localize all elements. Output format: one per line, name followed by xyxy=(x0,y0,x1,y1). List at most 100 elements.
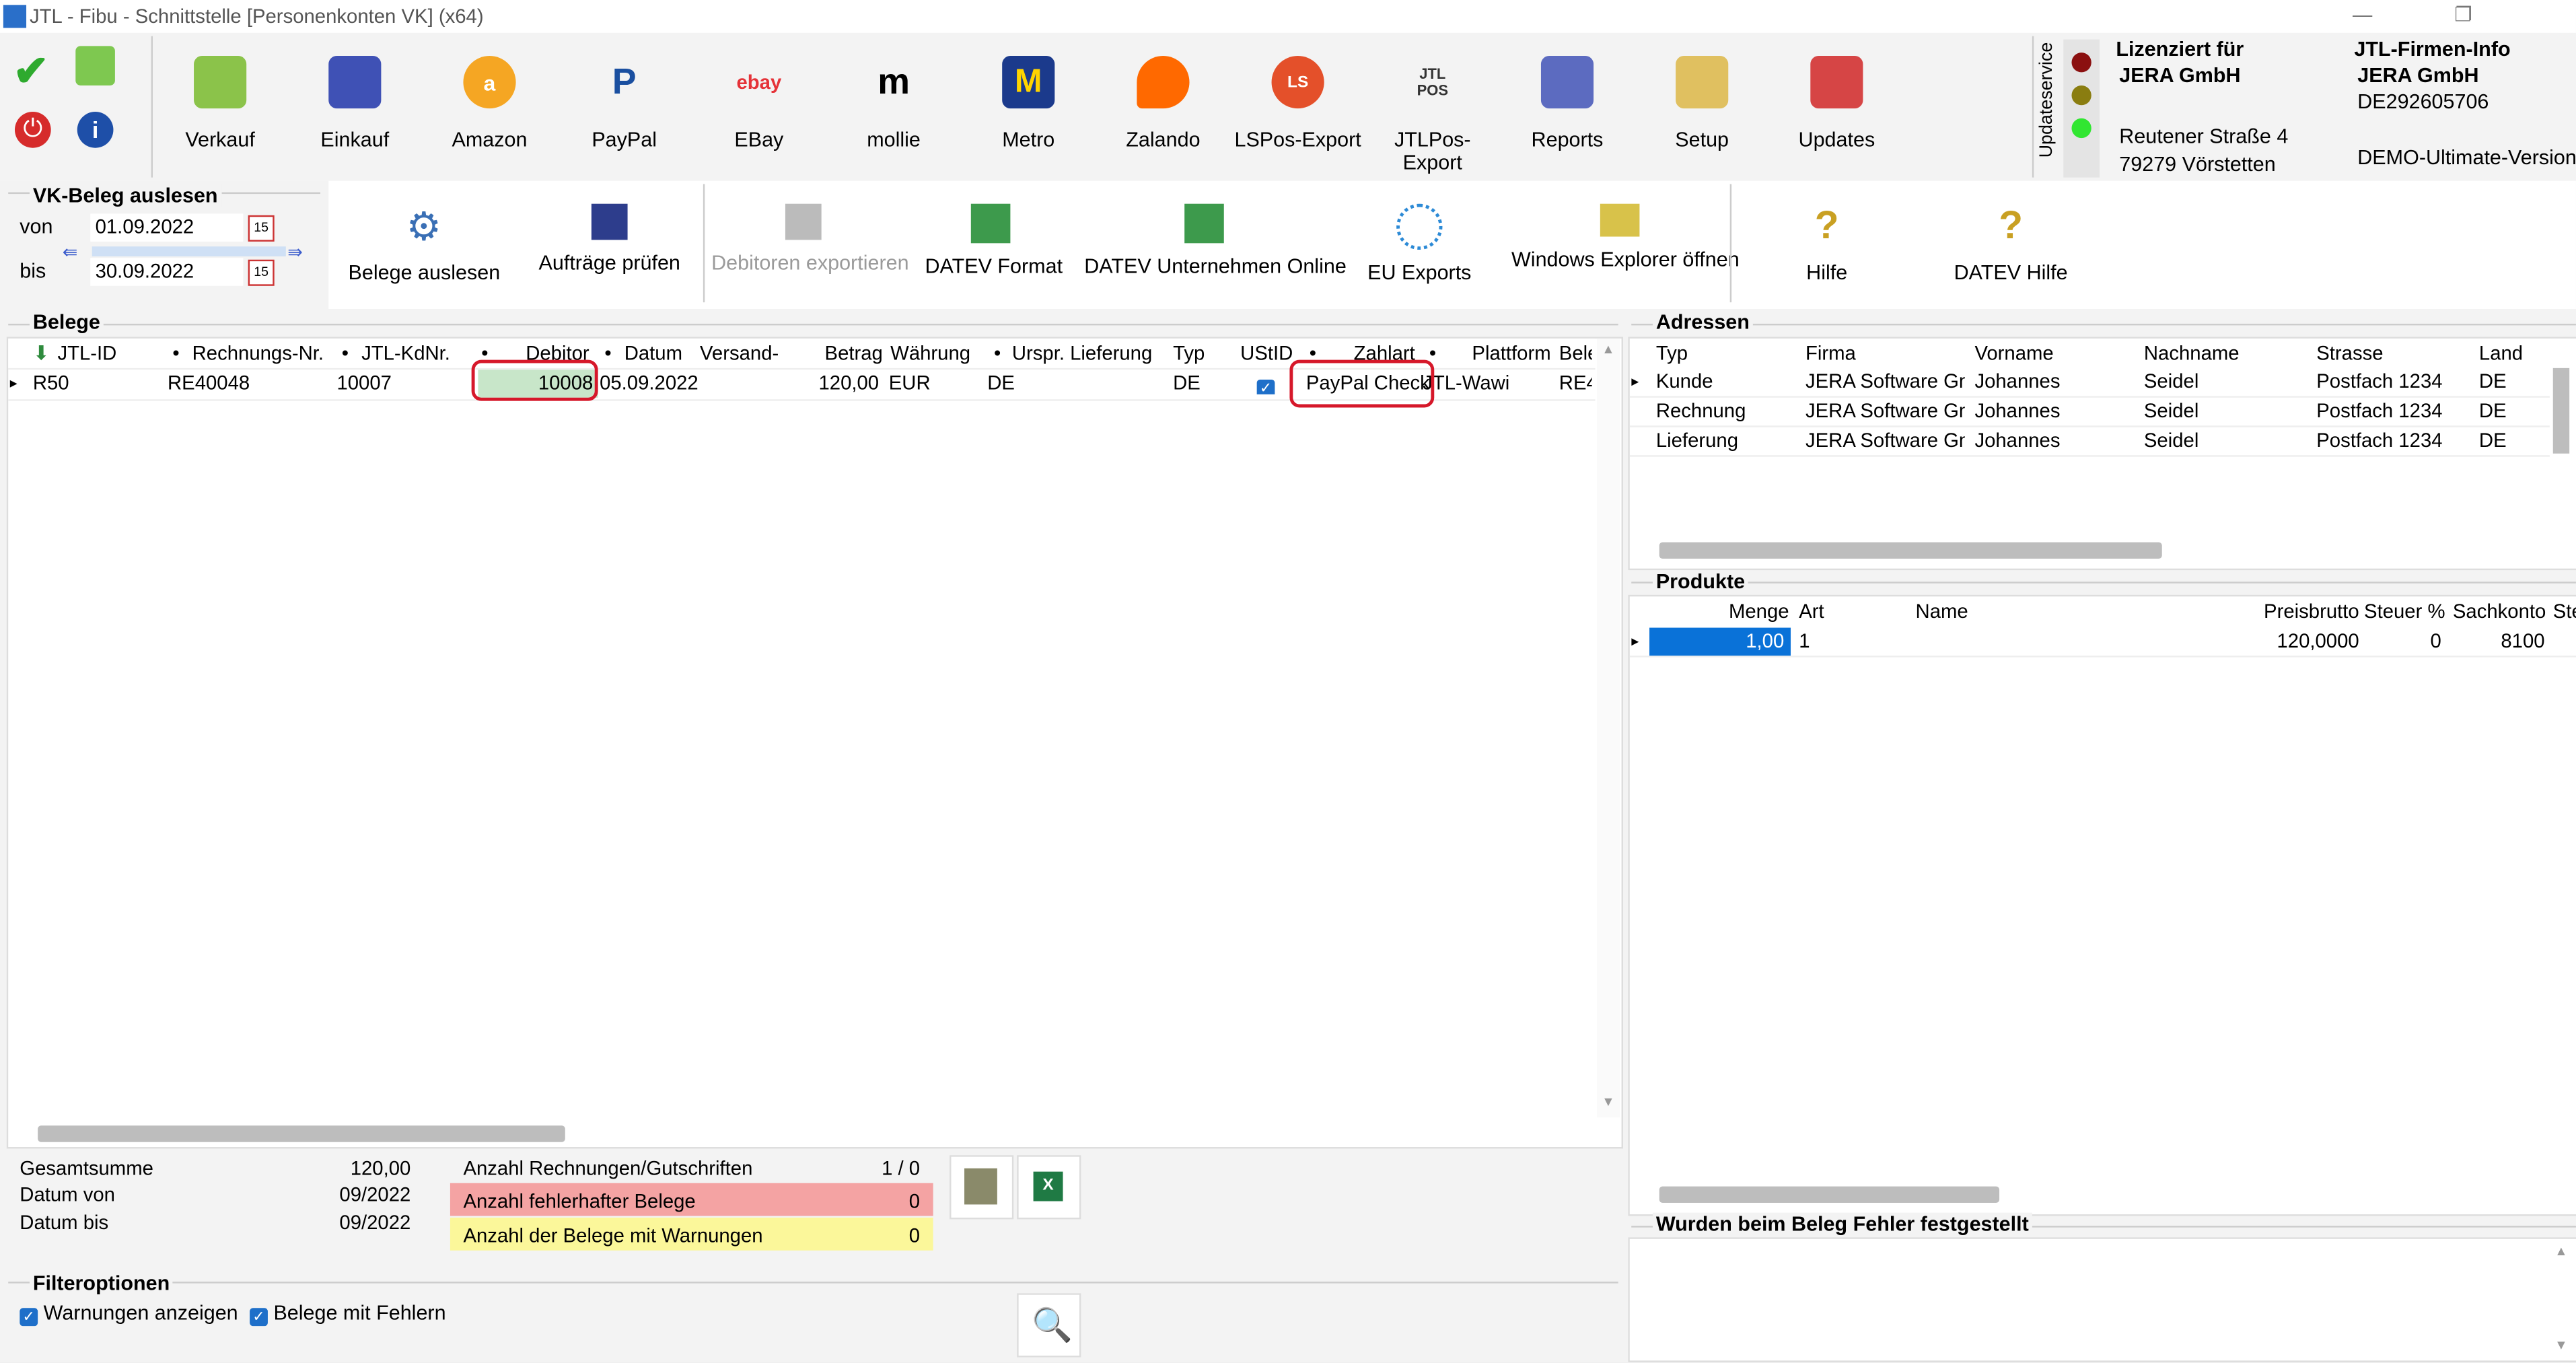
errors-textbox[interactable]: ▲ ▼ xyxy=(1628,1237,2576,1362)
col-firma[interactable]: Firma xyxy=(1805,339,1856,368)
col-land[interactable]: Land xyxy=(2479,339,2523,368)
cell-land: DE xyxy=(2478,429,2507,452)
arrow-right-icon[interactable]: ⇛ xyxy=(287,242,303,263)
calendar-icon[interactable]: 15 xyxy=(248,215,275,242)
einkauf-button[interactable]: Einkauf xyxy=(287,56,422,181)
belege-auslesen-button[interactable]: ⚙ Belege auslesen xyxy=(349,204,501,284)
lspos-export-button[interactable]: LS LSPos-Export xyxy=(1231,56,1365,181)
zoom-add-button[interactable]: 🔍 xyxy=(1017,1293,1081,1358)
col-plattform[interactable]: Plattform xyxy=(1472,339,1550,368)
col-nachname[interactable]: Nachname xyxy=(2144,339,2240,368)
col-strasse[interactable]: Strasse xyxy=(2316,339,2383,368)
calendar-icon[interactable]: 15 xyxy=(248,259,275,286)
col-jtl-id[interactable]: JTL-ID xyxy=(57,339,116,368)
col-rechnungs-nr[interactable]: Rechnungs-Nr. xyxy=(192,339,324,368)
warnungen-checkbox[interactable]: ✓ Warnungen anzeigen xyxy=(20,1302,238,1327)
bullet-icon: • xyxy=(172,341,180,365)
divider xyxy=(2032,36,2034,178)
scroll-up-icon[interactable]: ▲ xyxy=(2554,1244,2567,1259)
col-typ[interactable]: Typ xyxy=(1656,339,1688,368)
col-name[interactable]: Name xyxy=(1916,596,1968,626)
date-range-slider[interactable] xyxy=(92,246,286,256)
recycle-icon[interactable] xyxy=(75,46,115,85)
scroll-down-icon[interactable]: ▼ xyxy=(2554,1337,2567,1352)
scroll-up-icon[interactable]: ▲ xyxy=(1602,342,1614,357)
setup-button[interactable]: Setup xyxy=(1635,56,1769,181)
windows-explorer-button[interactable]: Windows Explorer öffnen xyxy=(1511,203,1740,271)
hilfe-button[interactable]: ? Hilfe xyxy=(1783,204,1871,285)
amazon-button[interactable]: a Amazon xyxy=(422,56,557,181)
table-row[interactable]: Lieferung JERA Software GmbH Johannes Se… xyxy=(1629,427,2550,457)
horizontal-scrollbar[interactable] xyxy=(38,1125,565,1142)
ustid-checkbox[interactable]: ✓ xyxy=(1256,375,1275,394)
col-ste[interactable]: Ste xyxy=(2553,596,2576,626)
jtlpos-export-button[interactable]: JTL POS JTLPos-Export xyxy=(1365,56,1500,181)
metro-button[interactable]: M Metro xyxy=(961,56,1096,181)
col-vorname[interactable]: Vorname xyxy=(1974,339,2053,368)
power-icon[interactable]: ⏻ xyxy=(14,112,51,148)
auftraege-pruefen-button[interactable]: Aufträge prüfen xyxy=(534,203,685,275)
info-icon[interactable]: i xyxy=(77,112,114,148)
help-icon: ? xyxy=(1999,203,2024,248)
vertical-scrollbar[interactable] xyxy=(2552,368,2570,454)
fehler-filter-label: Belege mit Fehlern xyxy=(273,1301,446,1325)
reports-button[interactable]: Reports xyxy=(1500,56,1635,181)
col-sachkonto[interactable]: Sachkonto xyxy=(2453,596,2546,626)
divider xyxy=(1729,184,1732,303)
col-ustid[interactable]: UStID xyxy=(1240,339,1293,368)
csv-icon xyxy=(964,1168,997,1205)
cell-waehrung: EUR xyxy=(888,371,931,394)
fehler-checkbox[interactable]: ✓ Belege mit Fehlern xyxy=(250,1302,446,1327)
bis-date-field[interactable]: 30.09.2022 xyxy=(90,258,244,286)
ebay-button[interactable]: ebay EBay xyxy=(692,56,826,181)
updates-button[interactable]: Updates xyxy=(1769,56,1904,181)
table-row[interactable]: ▸ Kunde JERA Software GmbH Johannes Seid… xyxy=(1629,368,2550,398)
eu-exports-button[interactable]: EU Exports xyxy=(1363,203,1475,284)
amazon-icon: a xyxy=(463,56,516,109)
bullet-icon: • xyxy=(341,341,349,365)
checkmark-icon[interactable]: ✔ xyxy=(13,46,49,97)
table-row[interactable]: Rechnung JERA Software GmbH Johannes Sei… xyxy=(1629,398,2550,427)
col-menge[interactable]: Menge xyxy=(1649,596,1789,626)
check-orders-icon xyxy=(591,203,628,240)
zalando-button[interactable]: Zalando xyxy=(1096,56,1230,181)
col-betrag[interactable]: Betrag xyxy=(825,339,883,368)
produkte-grid: Menge Art Name Preisbrutto Steuer % Sach… xyxy=(1628,594,2576,1216)
belege-title: Belege xyxy=(29,310,104,334)
csv-export-button[interactable] xyxy=(950,1155,1014,1220)
cell-menge[interactable]: 1,00 xyxy=(1649,627,1791,656)
table-row[interactable]: ▸ 1,00 1 120,0000 0 8100 xyxy=(1629,627,2576,658)
vertical-scrollbar[interactable]: ▲ ▼ xyxy=(1596,338,1620,1118)
verkauf-button[interactable]: Verkauf xyxy=(153,56,287,181)
fehler-label: Anzahl fehlerhafter Belege xyxy=(463,1189,696,1213)
horizontal-scrollbar[interactable] xyxy=(1659,1186,2000,1203)
paypal-button[interactable]: P PayPal xyxy=(557,56,692,181)
col-urspr-lieferung[interactable]: Urspr. Lieferung xyxy=(1012,339,1152,368)
col-art[interactable]: Art xyxy=(1799,596,1824,626)
datev-format-button[interactable]: DATEV Format xyxy=(925,203,1063,278)
von-date-field[interactable]: 01.09.2022 xyxy=(90,213,244,242)
excel-export-button[interactable]: X xyxy=(1017,1155,1081,1220)
cell-typ: DE xyxy=(1173,371,1201,394)
horizontal-scrollbar[interactable] xyxy=(1659,542,2162,559)
datev-hilfe-button[interactable]: ? DATEV Hilfe xyxy=(1952,204,2070,285)
col-waehrung[interactable]: Währung xyxy=(890,339,970,368)
scroll-down-icon[interactable]: ▼ xyxy=(1602,1094,1614,1109)
datev-unternehmen-online-button[interactable]: DATEV Unternehmen Online xyxy=(1084,203,1347,278)
sort-down-icon[interactable]: ⬇ xyxy=(33,339,50,368)
col-beleg[interactable]: Bele xyxy=(1559,339,1592,368)
col-versand[interactable]: Versand- xyxy=(700,339,779,368)
col-jtl-kdnr[interactable]: JTL-KdNr. xyxy=(361,339,450,368)
mollie-button[interactable]: m mollie xyxy=(826,56,961,181)
col-datum[interactable]: Datum xyxy=(624,339,682,368)
arrow-left-icon[interactable]: ⇚ xyxy=(63,242,78,263)
cell-lieferung: DE xyxy=(987,371,1015,394)
produkte-title: Produkte xyxy=(1652,570,1749,594)
col-preisbrutto[interactable]: Preisbrutto xyxy=(2248,596,2359,626)
cell-land: DE xyxy=(2478,370,2507,393)
col-steuer[interactable]: Steuer % xyxy=(2364,596,2445,626)
restore-icon[interactable]: ❐ xyxy=(2454,3,2472,26)
col-typ[interactable]: Typ xyxy=(1173,339,1205,368)
green-light-icon xyxy=(2071,118,2091,139)
minimize-icon[interactable]: — xyxy=(2353,3,2372,26)
